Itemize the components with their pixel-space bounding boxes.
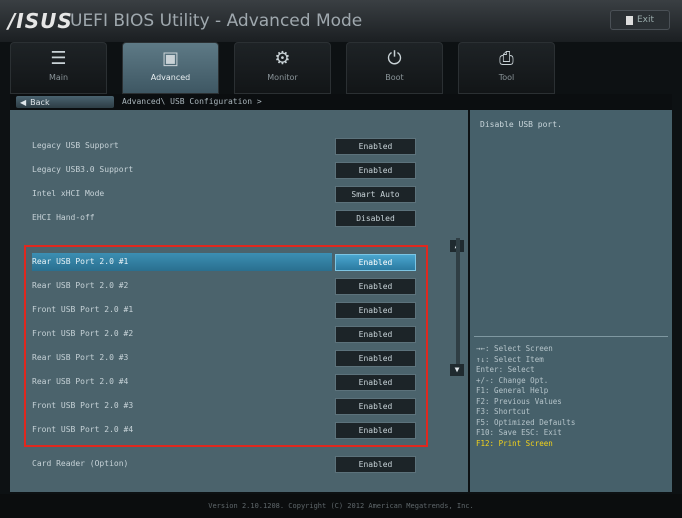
setting-label: Intel xHCI Mode (32, 189, 105, 198)
breadcrumb: ◀ Back Advanced\ USB Configuration > (10, 94, 672, 110)
tab-advanced[interactable]: ▣ Advanced (122, 42, 219, 94)
key-hint: F10: Save ESC: Exit (476, 428, 562, 437)
exit-icon (625, 15, 633, 25)
footer-version: Version 2.10.1208. Copyright (C) 2012 Am… (0, 494, 682, 518)
setting-value-button[interactable]: Enabled (335, 162, 416, 179)
tab-main[interactable]: ☰ Main (10, 42, 107, 94)
key-hint: +/-: Change Opt. (476, 375, 549, 385)
key-hint: F2: Previous Values (476, 396, 562, 406)
help-panel: Disable USB port. →←: Select Screen ↑↓: … (470, 110, 672, 492)
key-hint: Enter: Select (476, 365, 535, 374)
back-button[interactable]: ◀ Back (16, 96, 114, 108)
setting-value-button[interactable]: Smart Auto (335, 186, 416, 203)
key-hint: F1: General Help (476, 386, 549, 395)
key-hint: ↑↓: Select Item (476, 354, 544, 364)
power-icon: ⏻ (387, 48, 402, 69)
exit-button[interactable]: Exit (610, 10, 670, 30)
setting-row[interactable]: Intel xHCI Mode Smart Auto (32, 185, 432, 203)
scrollbar[interactable] (456, 238, 460, 366)
tab-label: Monitor (267, 73, 298, 82)
tab-boot[interactable]: ⏻ Boot (346, 42, 443, 94)
tab-label: Boot (385, 73, 404, 82)
setting-row[interactable]: Legacy USB Support Enabled (32, 137, 432, 155)
app-title: UEFI BIOS Utility - Advanced Mode (70, 11, 363, 31)
setting-label: Card Reader (Option) (32, 459, 129, 468)
key-hint: F3: Shortcut (476, 407, 531, 416)
key-hint: →←: Select Screen (476, 344, 553, 353)
setting-value-button[interactable]: Enabled (335, 138, 416, 155)
tab-monitor[interactable]: ⚙ Monitor (234, 42, 331, 94)
exit-label: Exit (636, 15, 655, 25)
back-label: Back (30, 97, 50, 107)
advanced-icon: ▣ (161, 48, 179, 69)
asus-logo: /ISUS (8, 9, 73, 33)
printer-icon: ⎙ (499, 48, 514, 69)
key-hint-print-screen: F12: Print Screen (476, 438, 553, 448)
title-bar: /ISUS UEFI BIOS Utility - Advanced Mode … (0, 0, 682, 42)
setting-row[interactable]: EHCI Hand-off Disabled (32, 209, 432, 227)
settings-panel: Legacy USB Support Enabled Legacy USB3.0… (10, 110, 468, 492)
help-divider (474, 336, 668, 337)
key-legend: →←: Select Screen ↑↓: Select Item Enter:… (476, 344, 575, 449)
back-arrow-icon: ◀ (20, 97, 27, 107)
setting-row[interactable]: Card Reader (Option) Enabled (32, 455, 432, 473)
setting-row[interactable]: Legacy USB3.0 Support Enabled (32, 161, 432, 179)
setting-value-button[interactable]: Enabled (335, 456, 416, 473)
highlight-box (24, 245, 428, 447)
help-description: Disable USB port. (480, 120, 562, 129)
tab-label: Main (48, 73, 69, 82)
setting-value-button[interactable]: Disabled (335, 210, 416, 227)
monitor-icon: ⚙ (274, 48, 291, 69)
tab-label: Advanced (150, 73, 191, 82)
tab-tool[interactable]: ⎙ Tool (458, 42, 555, 94)
setting-label: EHCI Hand-off (32, 213, 95, 222)
setting-label: Legacy USB3.0 Support (32, 165, 134, 174)
breadcrumb-path: Advanced\ USB Configuration > (122, 97, 262, 106)
list-icon: ☰ (50, 48, 67, 69)
scroll-down-arrow-icon[interactable]: ▼ (450, 364, 464, 376)
tab-bar: ☰ Main ▣ Advanced ⚙ Monitor ⏻ Boot ⎙ Too… (10, 42, 672, 94)
setting-label: Legacy USB Support (32, 141, 119, 150)
tab-label: Tool (498, 73, 515, 82)
key-hint: F5: Optimized Defaults (476, 417, 576, 427)
